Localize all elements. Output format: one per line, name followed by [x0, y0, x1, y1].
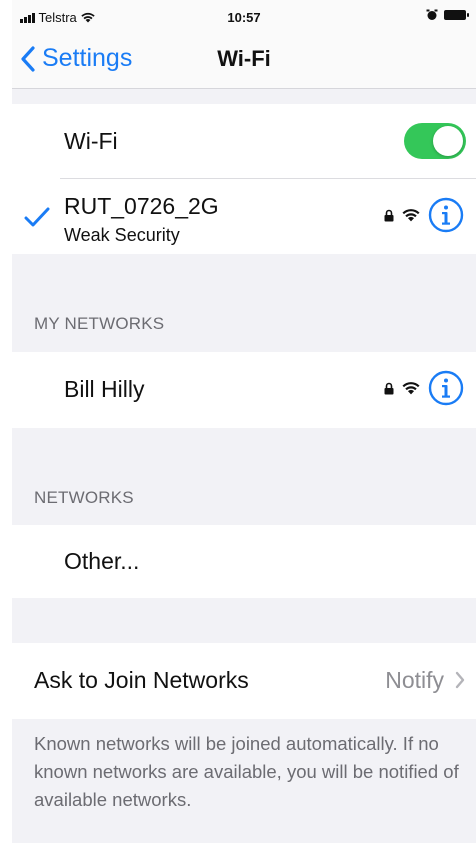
ask-to-join-footer: Known networks will be joined automatica…	[34, 733, 459, 810]
nav-divider	[12, 88, 476, 89]
wifi-icon	[402, 209, 420, 222]
wifi-settings-screen: Telstra 10:57 Settings Wi-Fi Wi-Fi RUT_0…	[12, 0, 476, 843]
network-row-other[interactable]: Other...	[12, 525, 476, 598]
ask-to-join-label: Ask to Join Networks	[34, 667, 249, 693]
navigation-bar: Settings Wi-Fi	[12, 36, 476, 88]
lock-icon	[384, 382, 394, 394]
wifi-icon	[402, 382, 420, 395]
network-status-icons	[384, 370, 464, 406]
ask-to-join-group: Ask to Join Networks Notify	[12, 643, 476, 719]
status-time: 10:57	[227, 10, 261, 25]
toggle-knob	[433, 126, 463, 156]
network-name: RUT_0726_2G	[64, 193, 219, 219]
wifi-toggle[interactable]	[404, 123, 466, 159]
battery-icon	[444, 10, 469, 20]
connected-network-row[interactable]: RUT_0726_2G Weak Security	[12, 179, 476, 254]
page-title: Wi-Fi	[217, 46, 271, 71]
ask-to-join-value: Notify	[385, 667, 444, 693]
my-networks-group: Bill Hilly	[12, 352, 476, 428]
network-status-icons	[384, 197, 464, 233]
alarm-icon	[426, 9, 438, 20]
checkmark-icon	[24, 207, 50, 227]
wifi-label: Wi-Fi	[64, 128, 118, 154]
network-row-bill-hilly[interactable]: Bill Hilly	[12, 352, 476, 427]
chevron-right-icon	[455, 671, 465, 689]
info-icon[interactable]	[428, 197, 464, 233]
status-bar: Telstra 10:57	[12, 0, 476, 36]
other-network-label: Other...	[64, 548, 140, 574]
my-networks-header: MY NETWORKS	[34, 314, 165, 333]
info-icon[interactable]	[428, 370, 464, 406]
lock-icon	[384, 209, 394, 221]
networks-group: Other...	[12, 525, 476, 598]
wifi-toggle-row: Wi-Fi	[12, 104, 476, 179]
network-security-label: Weak Security	[64, 225, 180, 245]
networks-header: NETWORKS	[34, 488, 134, 507]
status-right	[426, 9, 469, 21]
wifi-group: Wi-Fi RUT_0726_2G Weak Security	[12, 104, 476, 254]
ask-to-join-row[interactable]: Ask to Join Networks Notify	[12, 643, 476, 718]
network-name: Bill Hilly	[64, 376, 145, 402]
